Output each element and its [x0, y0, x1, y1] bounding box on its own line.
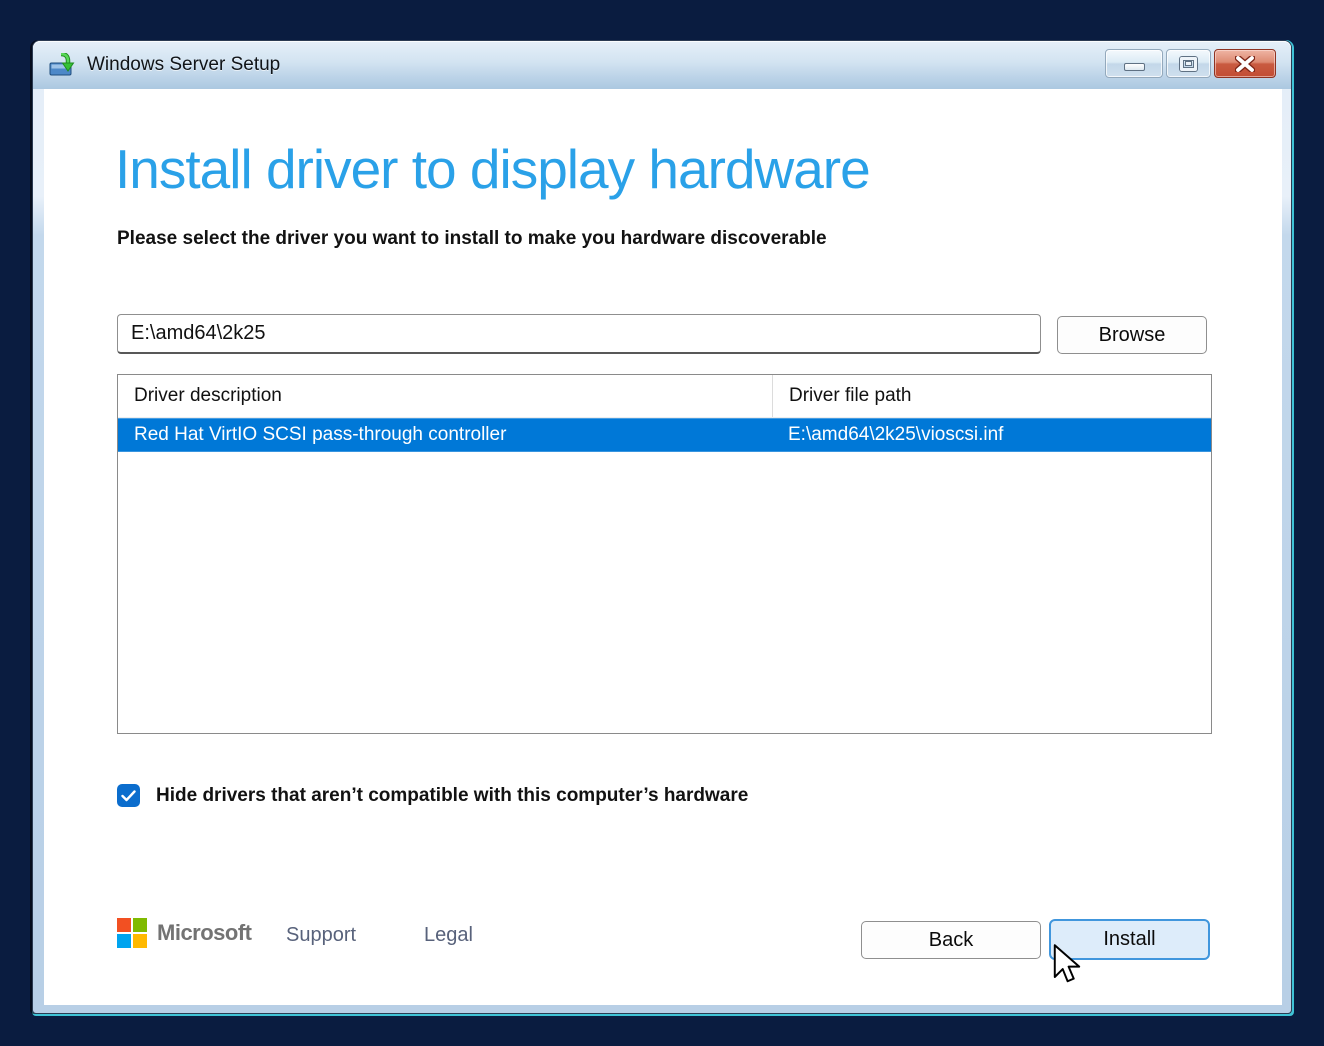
column-header-driver-file-path[interactable]: Driver file path [772, 375, 1211, 417]
driver-table: Driver description Driver file path Red … [117, 374, 1212, 734]
back-button[interactable]: Back [861, 921, 1041, 959]
driver-file-path-cell: E:\amd64\2k25\vioscsi.inf [772, 418, 1211, 452]
page-subtitle: Please select the driver you want to ins… [117, 228, 827, 250]
close-button[interactable] [1214, 49, 1276, 78]
checkbox-checked-icon[interactable] [117, 784, 140, 807]
microsoft-logo-icon [117, 918, 147, 948]
installer-icon[interactable] [49, 53, 75, 77]
table-header: Driver description Driver file path [118, 375, 1211, 418]
page-title: Install driver to display hardware [115, 137, 870, 201]
install-button[interactable]: Install [1049, 919, 1210, 960]
column-header-driver-description[interactable]: Driver description [118, 375, 772, 417]
driver-description-cell: Red Hat VirtIO SCSI pass-through control… [118, 418, 772, 452]
client-area: Install driver to display hardware Pleas… [44, 89, 1282, 1005]
close-icon [1235, 56, 1255, 72]
checkbox-label: Hide drivers that aren’t compatible with… [156, 785, 748, 807]
microsoft-wordmark: Microsoft [157, 920, 252, 946]
window-controls [1105, 49, 1276, 78]
driver-path-input[interactable] [117, 314, 1041, 354]
setup-window: Windows Server Setup Install driver to d… [32, 40, 1292, 1014]
microsoft-logo[interactable]: Microsoft [117, 918, 252, 948]
maximize-button[interactable] [1166, 49, 1211, 78]
minimize-button[interactable] [1105, 49, 1163, 78]
maximize-icon [1180, 57, 1197, 71]
minimize-icon [1124, 63, 1145, 71]
support-link[interactable]: Support [286, 924, 356, 947]
legal-link[interactable]: Legal [424, 924, 473, 947]
hide-drivers-checkbox[interactable]: Hide drivers that aren’t compatible with… [117, 784, 748, 807]
table-row[interactable]: Red Hat VirtIO SCSI pass-through control… [118, 418, 1211, 452]
titlebar[interactable]: Windows Server Setup [33, 41, 1291, 89]
window-title: Windows Server Setup [87, 54, 280, 76]
browse-button[interactable]: Browse [1057, 316, 1207, 354]
